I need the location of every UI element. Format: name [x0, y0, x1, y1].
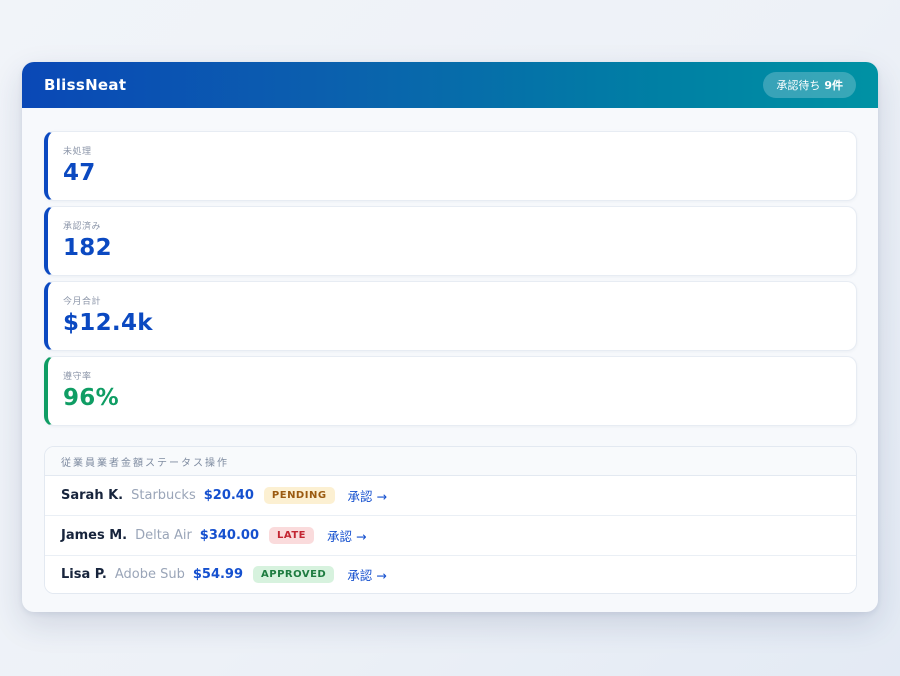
table-row: Sarah K. Starbucks $20.40 PENDING 承認 → — [45, 476, 856, 516]
approve-link[interactable]: 承認 → — [327, 526, 366, 545]
stat-label: 未処理 — [63, 144, 840, 157]
pending-count-badge: 承認待ち 9件 — [763, 72, 856, 98]
expense-amount: $340.00 — [200, 528, 259, 543]
employee-name: Sarah K. — [61, 488, 123, 503]
stat-label: 遵守率 — [63, 369, 840, 382]
stat-card-compliance: 遵守率 96% — [44, 356, 857, 426]
stat-label: 承認済み — [63, 219, 840, 232]
status-badge: APPROVED — [253, 566, 334, 583]
stat-value: $12.4k — [63, 310, 840, 336]
employee-name: James M. — [61, 528, 127, 543]
table-row: James M. Delta Air $340.00 LATE 承認 → — [45, 516, 856, 556]
expense-amount: $54.99 — [193, 567, 243, 582]
dashboard-card: BlissNeat 承認待ち 9件 未処理 47 承認済み 182 今月合計 $1… — [22, 62, 878, 612]
stat-value: 182 — [63, 235, 840, 261]
employee-name: Lisa P. — [61, 567, 107, 582]
approve-link[interactable]: 承認 → — [347, 565, 386, 584]
stat-card-month-total: 今月合計 $12.4k — [44, 281, 857, 351]
expense-amount: $20.40 — [204, 488, 254, 503]
card-body: 未処理 47 承認済み 182 今月合計 $12.4k 遵守率 96% 従業員業… — [22, 108, 878, 594]
stat-card-approved: 承認済み 182 — [44, 206, 857, 276]
table-header: 従業員業者金額ステータス操作 — [45, 447, 856, 476]
stat-value: 96% — [63, 385, 840, 411]
table-row: Lisa P. Adobe Sub $54.99 APPROVED 承認 → — [45, 556, 856, 593]
status-badge: PENDING — [264, 487, 335, 504]
app-header: BlissNeat 承認待ち 9件 — [22, 62, 878, 108]
pending-count-value: 9件 — [824, 79, 843, 92]
expense-table: 従業員業者金額ステータス操作 Sarah K. Starbucks $20.40… — [44, 446, 857, 594]
vendor-name: Starbucks — [131, 488, 196, 503]
stat-label: 今月合計 — [63, 294, 840, 307]
app-title: BlissNeat — [44, 76, 126, 94]
pending-count-label: 承認待ち — [776, 79, 820, 92]
stat-value: 47 — [63, 160, 840, 186]
stat-card-unprocessed: 未処理 47 — [44, 131, 857, 201]
vendor-name: Delta Air — [135, 528, 192, 543]
vendor-name: Adobe Sub — [115, 567, 185, 582]
approve-link[interactable]: 承認 → — [348, 486, 387, 505]
status-badge: LATE — [269, 527, 314, 544]
